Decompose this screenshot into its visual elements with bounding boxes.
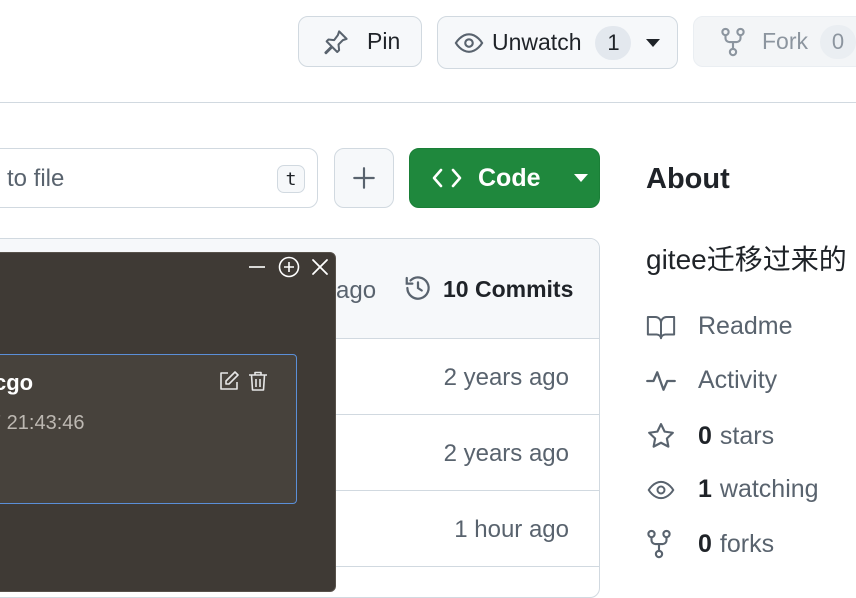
activity-link[interactable]: Activity [646,366,777,395]
unwatch-button[interactable]: Unwatch 1 [437,16,678,69]
stars-link[interactable]: 0 stars [646,421,774,451]
about-heading: About [646,163,730,195]
star-icon [646,421,676,451]
watch-count-badge: 1 [595,25,632,60]
edit-icon[interactable] [218,370,240,392]
go-to-file-input[interactable]: to file t [0,148,318,208]
forks-link[interactable]: 0 forks [646,529,774,559]
notes-popup-window: cgo 7 21:43:46 [0,252,336,592]
fork-count-badge: 0 [820,24,856,59]
header-divider [0,102,856,103]
note-timestamp: 7 21:43:46 [0,412,85,434]
book-icon [646,313,676,341]
trash-icon[interactable] [246,369,270,393]
watching-count: 1 [698,475,712,503]
eye-icon [646,476,676,504]
row-2-time: 2 years ago [443,440,569,467]
note-card[interactable]: cgo 7 21:43:46 [0,354,297,504]
about-description: gitee迁移过来的 [646,244,847,275]
latest-commit-time: ago [336,277,377,304]
watching-link[interactable]: 1 watching [646,475,819,504]
readme-link[interactable]: Readme [646,312,793,341]
stars-label: stars [719,421,775,450]
stars-count: 0 [698,421,712,450]
shortcut-key-badge: t [277,165,305,193]
minimize-icon[interactable] [247,257,267,277]
forks-label: forks [719,529,775,558]
pin-button[interactable]: Pin [298,16,422,67]
code-label: Code [478,163,541,192]
history-icon [403,273,433,303]
unwatch-label: Unwatch [492,29,582,55]
code-icon [432,166,462,190]
add-file-button[interactable] [334,148,394,208]
fork-icon [646,529,676,559]
row-1-time: 2 years ago [443,364,569,391]
add-circle-icon[interactable] [278,256,300,278]
caret-down-icon[interactable] [573,173,589,183]
fork-button[interactable]: Fork 0 [693,16,856,67]
caret-down-icon[interactable] [645,38,661,48]
watching-label: watching [719,475,819,503]
plus-icon [351,165,377,191]
readme-label: Readme [698,312,793,340]
pin-icon [321,27,351,57]
pulse-icon [646,367,676,395]
note-title: cgo [0,370,34,395]
row-3-time: 1 hour ago [454,516,569,543]
pin-label: Pin [367,28,401,54]
forks-count: 0 [698,529,712,558]
go-to-file-placeholder: to file [7,165,65,192]
eye-icon [454,28,484,58]
fork-icon [720,27,746,57]
code-button[interactable]: Code [409,148,600,208]
fork-label: Fork [762,28,808,54]
close-icon[interactable] [311,258,329,276]
activity-label: Activity [698,366,778,394]
commits-link[interactable]: 10 Commits [443,276,573,303]
